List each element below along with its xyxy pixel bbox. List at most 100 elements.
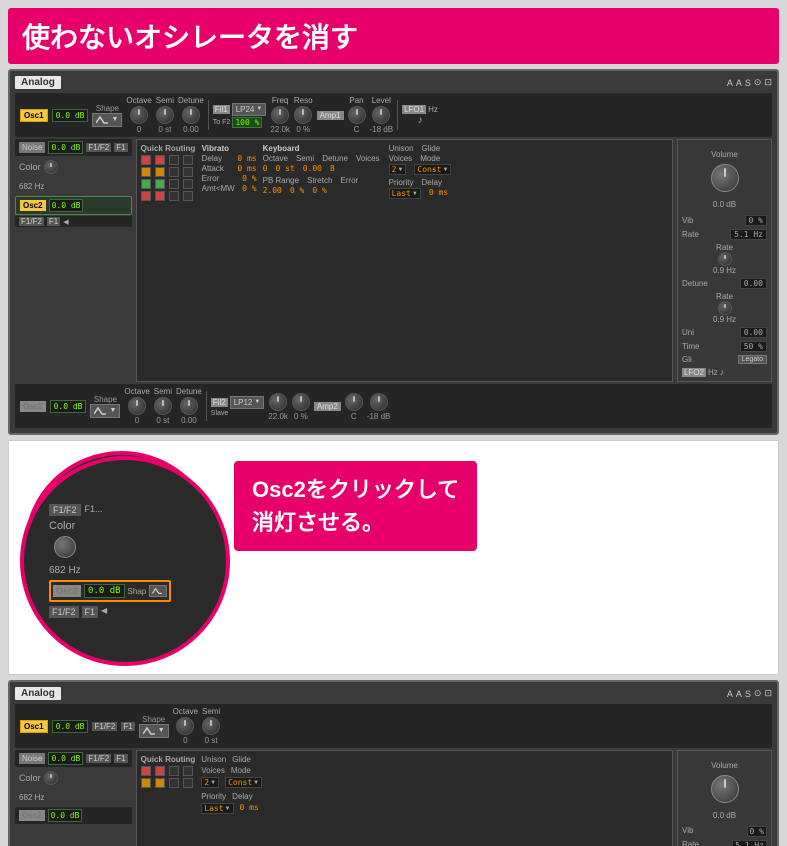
uni-group: Uni 0.00 [682,327,767,338]
vib-val: 0 % [745,215,767,226]
noise-label[interactable]: Noise [19,142,45,153]
p2-semi-knob[interactable] [202,717,220,735]
p2-oct-knob[interactable] [176,717,194,735]
rcell-3[interactable] [169,155,179,165]
panel2-color-hz: 682 Hz [19,793,44,802]
vib-amt-val: 0 % [242,184,256,193]
osc1-octave-knob[interactable] [130,106,148,124]
rcell-13[interactable] [141,191,151,201]
kb-voices-label: Voices [356,154,380,163]
osc2-db-full: 0.0 dB [50,400,87,413]
panel2-osc1-label[interactable]: Osc1 [20,720,48,733]
rcell-4[interactable] [183,155,193,165]
rate3-val: 0.9 Hz [713,315,736,324]
osc2-octave-knob[interactable] [128,397,146,415]
osc2-freq-val: 22.0k [268,412,288,421]
rcell-15[interactable] [169,191,179,201]
p2-rcell-3[interactable] [169,766,179,776]
noise-filter[interactable]: F1 [114,143,127,152]
osc1-shape-selector[interactable]: ▼ [92,113,122,127]
panel2-noise-label[interactable]: Noise [19,753,45,764]
kb-oct-val: 0 [263,164,268,173]
vib-attack-label: Attack [202,164,224,173]
osc1-freq-knob[interactable] [271,106,289,124]
osc2-reso-knob[interactable] [292,393,310,411]
zoom2-color-knob[interactable] [54,536,76,558]
right-col: Volume 0.0 dB Vib 0 % Rate 5.1 Hz [677,139,772,382]
rate3-knob[interactable] [718,301,732,315]
rcell-8[interactable] [183,167,193,177]
p2-vol-val: 0.0 dB [713,811,736,820]
osc2-freq-knob[interactable] [269,393,287,411]
volume-knob[interactable] [711,164,739,192]
osc2-label-small[interactable]: Osc2 [20,200,46,211]
osc1-level-val: -18 dB [370,125,394,134]
osc2-label-inactive[interactable]: Osc2 [20,401,46,412]
rate3-group: Rate 0.9 Hz [682,292,767,324]
amp2-btn[interactable]: Amp2 [314,402,341,411]
rcell-5[interactable] [141,167,151,177]
zoom2-wave-selector[interactable] [149,585,167,597]
rcell-1[interactable] [141,155,151,165]
osc2-shape-selector[interactable]: ▼ [90,404,120,418]
rcell-16[interactable] [183,191,193,201]
p2-shape-sel[interactable]: ▼ [139,724,169,738]
lfo1-label: LFO1 [402,105,426,114]
panel2-routing: Quick Routing Unison [136,750,673,846]
panel2-color-knob[interactable] [44,771,58,785]
rate2-knob[interactable] [718,252,732,266]
osc2-semi-knob[interactable] [154,397,172,415]
noise-routing[interactable]: F1/F2 [86,143,111,152]
rcell-11[interactable] [169,179,179,189]
osc2-detune-knob[interactable] [180,397,198,415]
rcell-6[interactable] [155,167,165,177]
kb-voices-val: 8 [330,164,335,173]
osc1-level-knob[interactable] [372,106,390,124]
osc1-pan-knob[interactable] [348,106,366,124]
fil2-type[interactable]: LP12 ▼ [230,396,265,409]
lfo1-group: LFO1 Hz ♪ [402,105,438,126]
osc1-reso-knob[interactable] [294,106,312,124]
rcell-14[interactable] [155,191,165,201]
lfo2-note: ♪ [720,367,725,377]
p2-rcell-5[interactable] [141,778,151,788]
osc2-semi-label: Semi [154,387,172,396]
p2-volume-knob[interactable] [711,775,739,803]
p2-rcell-4[interactable] [183,766,193,776]
osc1-wave-icon [96,115,110,125]
panel2-osc2-label[interactable]: Osc2 [19,810,45,821]
p2-rcell-7[interactable] [169,778,179,788]
osc1-level-label: Level [372,96,391,105]
rcell-7[interactable] [169,167,179,177]
p2-rcell-6[interactable] [155,778,165,788]
osc1-detune-val: 0.00 [183,125,199,134]
color-knob[interactable] [44,160,58,174]
osc2-slave: Slave [211,410,265,417]
p2-rcell-1[interactable] [141,766,151,776]
rcell-12[interactable] [183,179,193,189]
amp1-btn[interactable]: Amp1 [317,111,344,120]
p2-rcell-2[interactable] [155,766,165,776]
osc1-reso-label: Reso [294,96,313,105]
p2-rcell-8[interactable] [183,778,193,788]
zoom2-osc2-label[interactable]: Osc2 [53,585,81,597]
panel-icons: A A S ⊙ ⊡ [727,77,772,88]
osc2-shape-label: Shape [94,395,117,404]
rcell-2[interactable] [155,155,165,165]
osc1-label[interactable]: Osc1 [20,109,48,122]
rcell-9[interactable] [141,179,151,189]
panel2-osc1-filter: F1 [121,722,134,731]
rcell-10[interactable] [155,179,165,189]
osc1-shape-group: Shape ▼ [92,104,122,127]
title-banner: 使わないオシレータを消す [8,8,779,64]
osc2-level-knob[interactable] [370,393,388,411]
osc1-detune-knob[interactable] [182,106,200,124]
osc1-semi-group: Semi 0 st [156,96,174,134]
gli-label: Gli [682,355,692,364]
fil1-type[interactable]: LP24 ▼ [232,103,267,116]
osc2-db-small: 0.0 dB [49,199,84,212]
kb-det-val: 0.00 [303,164,322,173]
osc1-semi-knob[interactable] [156,106,174,124]
osc2-pan-knob[interactable] [345,393,363,411]
osc1-level-group: Level -18 dB [370,96,394,134]
